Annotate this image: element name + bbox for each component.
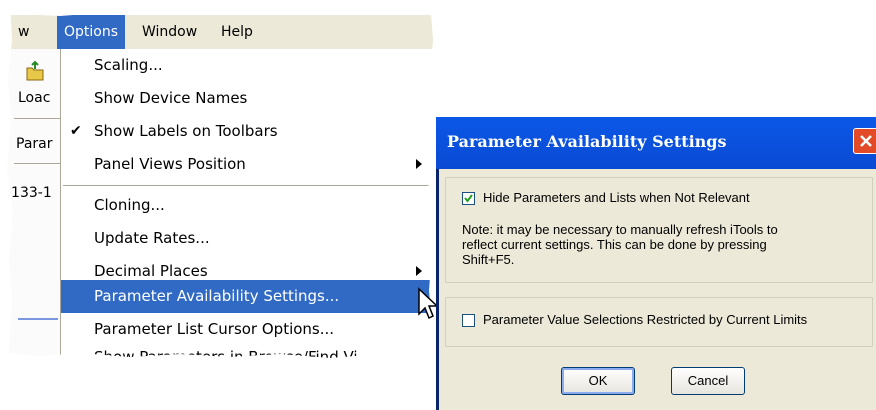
menu-item-show-device-names[interactable]: Show Device Names	[61, 82, 440, 115]
parameter-availability-dialog: Parameter Availability Settings Hide Par…	[436, 117, 876, 410]
menu-item-cloning[interactable]: Cloning...	[61, 189, 440, 222]
menu-item-label: Cloning...	[94, 196, 165, 214]
menubar-item-options[interactable]: Options	[57, 15, 126, 49]
restrict-values-checkbox[interactable]	[462, 314, 475, 327]
checkmark-icon	[464, 194, 473, 203]
application-crop: w Options Window Help Loac Parar -133-1 …	[0, 0, 440, 365]
torn-edge-top	[0, 0, 440, 17]
menubar-item-help[interactable]: Help	[214, 15, 260, 49]
cancel-button[interactable]: Cancel	[671, 367, 745, 395]
hide-parameters-label[interactable]: Hide Parameters and Lists when Not Relev…	[483, 190, 750, 205]
load-folder-icon[interactable]	[24, 60, 46, 84]
menu-item-parameter-availability-settings[interactable]: Parameter Availability Settings...	[61, 280, 440, 313]
close-button[interactable]	[853, 128, 876, 154]
menu-item-label: Panel Views Position	[94, 155, 246, 173]
panel-edge	[18, 318, 58, 320]
menu-item-label: Show Labels on Toolbars	[94, 122, 278, 140]
menu-item-label: Scaling...	[94, 56, 163, 74]
dialog-title: Parameter Availability Settings	[447, 132, 727, 151]
close-icon	[860, 135, 872, 147]
toolbar-divider	[14, 118, 60, 119]
checkmark-icon: ✔	[70, 123, 82, 139]
parameter-tab-label[interactable]: Parar	[16, 136, 52, 152]
restrict-values-label[interactable]: Parameter Value Selections Restricted by…	[483, 312, 807, 327]
menubar: w Options Window Help	[0, 15, 440, 49]
menu-item-update-rates[interactable]: Update Rates...	[61, 222, 440, 255]
hide-parameters-group: Hide Parameters and Lists when Not Relev…	[445, 177, 873, 283]
hide-parameters-checkbox[interactable]	[462, 192, 475, 205]
submenu-arrow-icon	[416, 266, 422, 276]
menu-item-scaling[interactable]: Scaling...	[61, 49, 440, 82]
restrict-values-group: Parameter Value Selections Restricted by…	[445, 297, 873, 347]
menubar-item-view-partial[interactable]: w	[18, 15, 29, 49]
options-menu: Scaling... Show Device Names ✔ Show Labe…	[60, 49, 440, 365]
menu-item-panel-views-position[interactable]: Panel Views Position	[61, 148, 440, 181]
toolbar-divider	[14, 163, 60, 164]
menu-item-label: Parameter Availability Settings...	[94, 287, 340, 305]
menubar-item-window[interactable]: Window	[135, 15, 204, 49]
ok-button[interactable]: OK	[561, 367, 635, 395]
submenu-arrow-icon	[416, 159, 422, 169]
menu-item-show-labels-on-toolbars[interactable]: ✔ Show Labels on Toolbars	[61, 115, 440, 148]
menu-item-label: Update Rates...	[94, 229, 210, 247]
menu-separator	[63, 185, 439, 186]
torn-edge-bottom	[0, 352, 440, 365]
load-button-label[interactable]: Loac	[18, 90, 50, 106]
dialog-body: Hide Parameters and Lists when Not Relev…	[439, 169, 876, 410]
menu-item-label: Show Device Names	[94, 89, 248, 107]
dialog-titlebar[interactable]: Parameter Availability Settings	[436, 117, 876, 169]
torn-edge-left	[0, 0, 13, 365]
refresh-note: Note: it may be necessary to manually re…	[462, 222, 778, 267]
